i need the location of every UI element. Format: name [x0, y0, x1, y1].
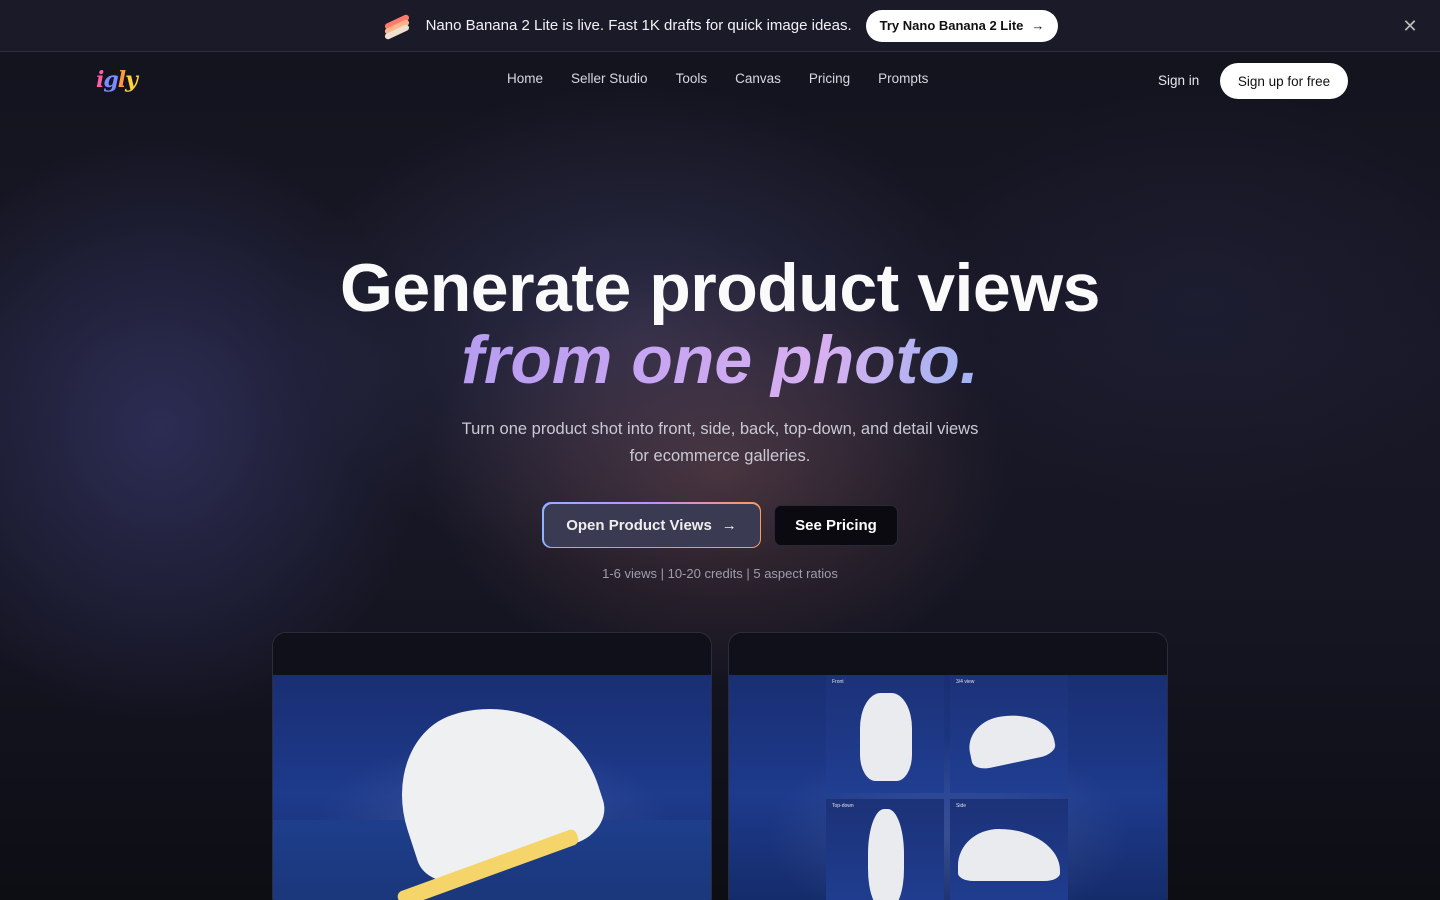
arrow-right-icon: →: [721, 516, 737, 534]
view-tile[interactable]: Front: [826, 675, 944, 793]
open-product-views-inner: Open Product Views →: [543, 503, 760, 547]
open-product-views-label: Open Product Views: [566, 516, 712, 534]
sneaker-front-image: [860, 693, 912, 781]
hero-subtitle-line1: Turn one product shot into front, side, …: [461, 420, 979, 438]
hero-title-accent-text: from one photo.: [461, 322, 979, 398]
site-header: igly Home Seller Studio Tools Canvas Pri…: [0, 53, 1440, 109]
hero-stats: 1-6 views | 10-20 credits | 5 aspect rat…: [602, 566, 838, 581]
hero-subtitle-line2: for ecommerce galleries.: [629, 447, 811, 465]
sign-in-link[interactable]: Sign in: [1158, 73, 1199, 88]
logo-char: y: [125, 67, 138, 93]
logo-char: g: [103, 67, 118, 93]
source-photo-card: [272, 632, 712, 900]
view-tile-label: Front: [832, 679, 844, 685]
generated-views-card: Front 3/4 view Top-down Side: [728, 632, 1168, 900]
try-nano-banana-button[interactable]: Try Nano Banana 2 Lite →: [865, 9, 1059, 42]
sign-up-button[interactable]: Sign up for free: [1220, 63, 1348, 99]
view-tile[interactable]: 3/4 view: [950, 675, 1068, 793]
announcement-text: Nano Banana 2 Lite is live. Fast 1K draf…: [425, 17, 852, 34]
see-pricing-button[interactable]: See Pricing: [774, 505, 898, 546]
main-nav: Home Seller Studio Tools Canvas Pricing …: [507, 71, 928, 86]
open-product-views-button[interactable]: Open Product Views →: [542, 502, 761, 548]
nav-home[interactable]: Home: [507, 71, 543, 86]
try-button-label: Try Nano Banana 2 Lite: [879, 18, 1024, 33]
generated-views-grid: Front 3/4 view Top-down Side: [826, 675, 1070, 900]
hero-title: Generate product views: [340, 250, 1100, 326]
sneaker-angle-image: [963, 706, 1058, 772]
view-tile[interactable]: Top-down: [826, 799, 944, 900]
nav-canvas[interactable]: Canvas: [735, 71, 781, 86]
close-icon[interactable]: ✕: [1400, 16, 1420, 36]
card-toolbar: [729, 633, 1167, 675]
arrow-right-icon: →: [1031, 18, 1045, 33]
nav-prompts[interactable]: Prompts: [878, 71, 928, 86]
view-tile-label: Side: [956, 803, 967, 809]
card-toolbar: [273, 633, 711, 675]
nav-tools[interactable]: Tools: [676, 71, 708, 86]
logo-char: l: [117, 67, 126, 93]
hero-subtitle: Turn one product shot into front, side, …: [420, 416, 1020, 470]
sneaker-side-image: [958, 829, 1060, 881]
hero-title-accent: from one photo.: [0, 322, 1440, 398]
view-tile[interactable]: Side: [950, 799, 1068, 900]
source-product-image: [273, 675, 711, 900]
brush-stroke-icon: [382, 13, 412, 40]
sneaker-top-image: [868, 809, 904, 900]
announcement-bar: Nano Banana 2 Lite is live. Fast 1K draf…: [0, 0, 1440, 52]
view-tile-label: Top-down: [832, 803, 854, 809]
nav-pricing[interactable]: Pricing: [809, 71, 850, 86]
view-tile-label: 3/4 view: [956, 679, 975, 685]
logo[interactable]: igly: [96, 67, 138, 93]
nav-seller-studio[interactable]: Seller Studio: [571, 71, 648, 86]
